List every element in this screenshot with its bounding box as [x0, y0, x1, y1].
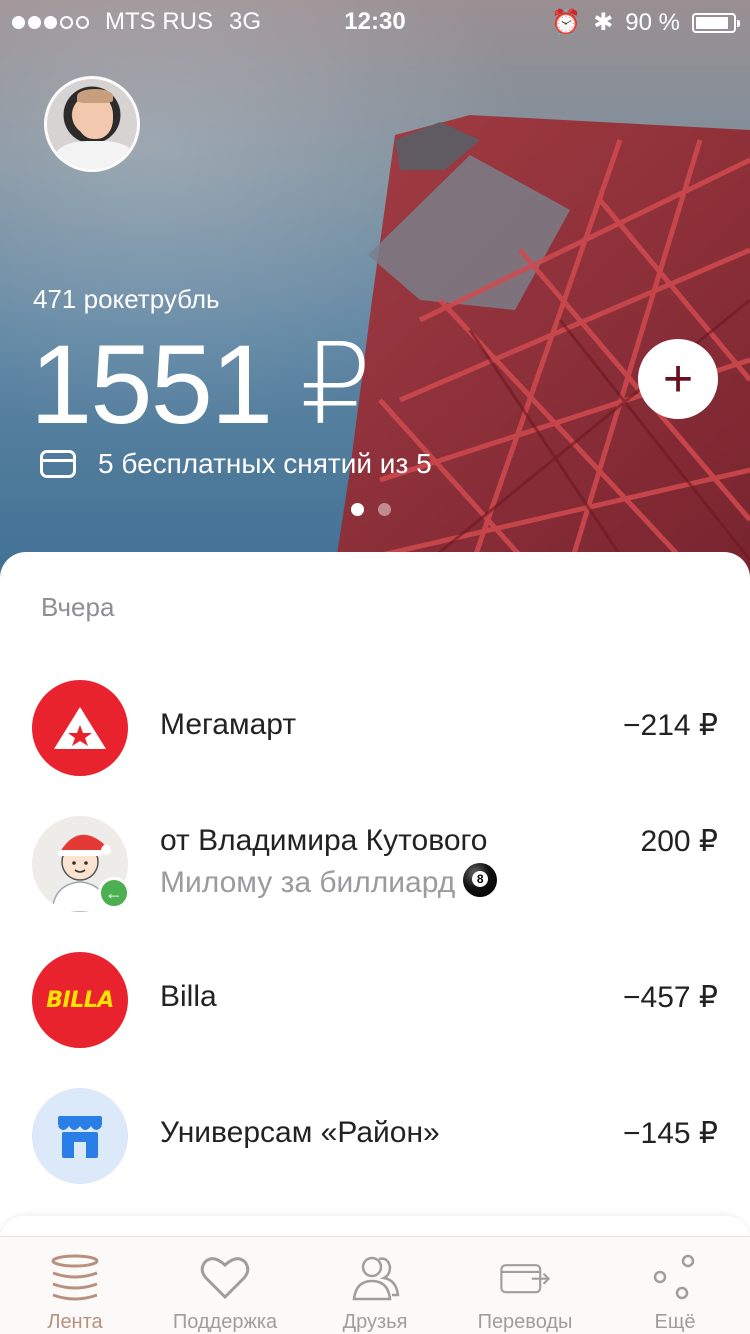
feed-date-header: Вчера: [41, 592, 115, 622]
transaction-name: Универсам «Район»: [160, 1116, 440, 1149]
profile-avatar[interactable]: [44, 76, 140, 172]
plus-icon: +: [662, 350, 694, 408]
transaction-row[interactable]: Универсам «Район» −145 ₽: [0, 1086, 750, 1186]
tab-label: Поддержка: [172, 1311, 278, 1333]
transfer-card-icon: [500, 1264, 551, 1294]
tab-label: Ещё: [654, 1311, 696, 1333]
incoming-arrow-icon: ←: [98, 877, 130, 909]
tab-transfers[interactable]: Переводы: [450, 1237, 600, 1334]
transaction-row[interactable]: ← от Владимира Кутового Милому за биллиа…: [0, 814, 750, 914]
transaction-row[interactable]: BILLA Billa −457 ₽: [0, 950, 750, 1050]
card-icon: [40, 450, 76, 478]
transaction-name: Billa: [160, 980, 217, 1013]
tab-bar: Лента Поддержка Друзья Переводы Ещё: [0, 1236, 750, 1334]
transaction-amount: 200 ₽: [640, 825, 718, 858]
billa-logo-text: BILLA: [46, 987, 114, 1013]
bonus-balance: 471 рокетрубль: [33, 284, 220, 314]
tab-label: Переводы: [477, 1311, 573, 1333]
feed-stack-icon: [51, 1254, 99, 1301]
billiard-ball-icon: [463, 863, 498, 898]
friends-icon: [352, 1256, 400, 1301]
page-indicator: [351, 503, 391, 516]
battery-percent: 90 %: [625, 8, 680, 36]
page-dot[interactable]: [378, 503, 391, 516]
transaction-name: от Владимира Кутового: [160, 824, 488, 857]
megamart-logo-icon: [32, 680, 128, 776]
free-withdrawals[interactable]: 5 бесплатных снятий из 5: [40, 448, 432, 480]
transaction-name: Мегамарт: [160, 708, 297, 741]
transaction-row[interactable]: Мегамарт −214 ₽: [0, 678, 750, 778]
transaction-feed: Вчера Мегамарт −214 ₽ ← от Владимира Кут…: [0, 552, 750, 1252]
tab-label: Лента: [47, 1311, 103, 1333]
tab-feed[interactable]: Лента: [0, 1237, 150, 1334]
transaction-amount: −145 ₽: [623, 1117, 718, 1150]
alarm-icon: ⏰: [551, 9, 582, 36]
more-dots-icon: [653, 1254, 695, 1300]
battery-icon: [692, 12, 740, 33]
bluetooth-icon: ✱: [593, 9, 614, 36]
tab-support[interactable]: Поддержка: [150, 1237, 300, 1334]
add-money-button[interactable]: +: [638, 339, 718, 419]
transaction-comment-text: Милому за биллиард: [160, 866, 456, 899]
tab-friends[interactable]: Друзья: [300, 1237, 450, 1334]
billa-logo-icon: BILLA: [32, 952, 128, 1048]
page-dot-active[interactable]: [351, 503, 364, 516]
transaction-amount: −214 ₽: [623, 709, 718, 742]
transaction-comment: Милому за биллиард: [160, 863, 498, 901]
heart-icon: [200, 1257, 250, 1300]
transaction-amount: −457 ₽: [623, 981, 718, 1014]
status-bar: MTS RUS 3G 12:30 ⏰ ✱ 90 %: [0, 0, 750, 40]
tab-more[interactable]: Ещё: [600, 1237, 750, 1334]
store-icon: [32, 1088, 128, 1184]
account-balance[interactable]: 1551 ₽: [30, 320, 372, 450]
withdrawals-text: 5 бесплатных снятий из 5: [98, 448, 432, 479]
tab-label: Друзья: [342, 1311, 408, 1333]
account-header: MTS RUS 3G 12:30 ⏰ ✱ 90 % 471 рокетрубль…: [0, 0, 750, 600]
